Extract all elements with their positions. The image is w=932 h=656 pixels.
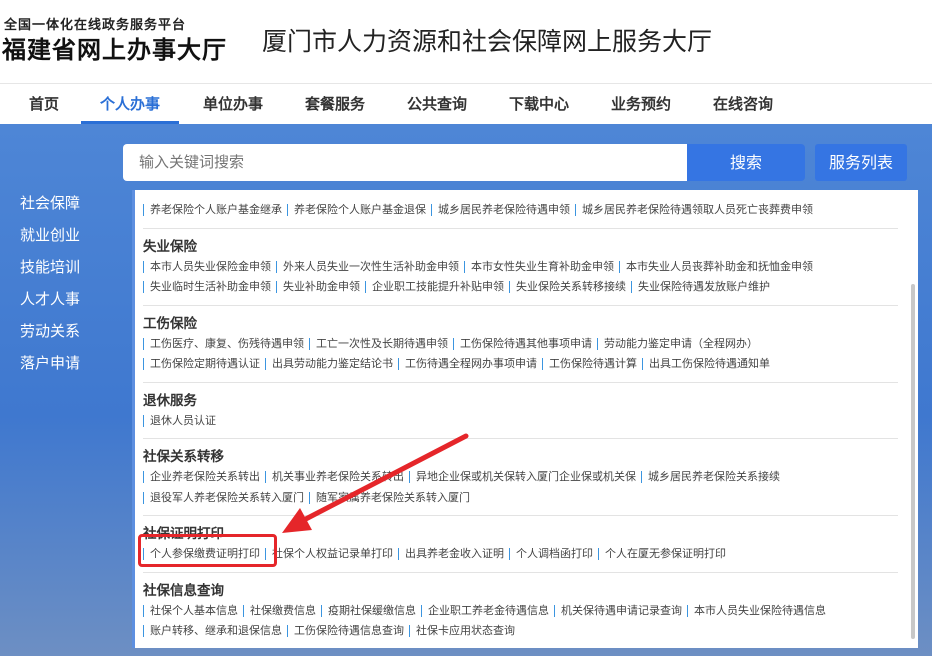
highlight-box [138, 534, 277, 567]
service-link[interactable]: 本市人员失业保险金申领 [143, 260, 276, 273]
service-link[interactable]: 本市失业人员丧葬补助金和抚恤金申领 [619, 260, 818, 273]
service-link[interactable]: 社保缴费信息 [243, 604, 321, 617]
service-link[interactable]: 个人在厦无参保证明打印 [598, 548, 731, 560]
section-title: 失业保险 [143, 238, 197, 255]
section-title: 工伤保险 [143, 315, 197, 332]
service-section: 工伤保险工伤医疗、康复、伤残待遇申领 工亡一次性及长期待遇申领 工伤保险待遇其他事项… [143, 304, 898, 382]
main-nav: 首页 个人办事 单位办事 套餐服务 公共查询 下载中心 业务预约 在线咨询 [0, 85, 932, 124]
service-link[interactable]: 社保个人基本信息 [143, 604, 243, 617]
nav-consult[interactable]: 在线咨询 [706, 85, 780, 124]
search-button[interactable]: 搜索 [687, 144, 805, 181]
service-link[interactable]: 出具工伤保险待遇通知单 [642, 358, 775, 370]
nav-personal[interactable]: 个人办事 [81, 85, 179, 124]
service-section: 失业保险本市人员失业保险金申领 外来人员失业一次性生活补助金申领 本市女性失业生育补… [143, 227, 898, 305]
service-link[interactable]: 机关保待遇申请记录查询 [554, 604, 687, 617]
service-link[interactable]: 失业补助金申领 [276, 281, 365, 293]
sidebar-item[interactable]: 技能培训 [20, 256, 80, 288]
service-link[interactable]: 城乡居民养老保险待遇领取人员死亡丧葬费申领 [575, 204, 818, 216]
service-section: 退休服务退休人员认证 [143, 381, 898, 439]
service-row: 企业养老保险关系转出 机关事业养老保险关系转出 异地企业保或机关保转入厦门企业保或机… [143, 467, 898, 488]
service-link[interactable]: 社保个人权益记录单打印 [265, 548, 398, 560]
service-link[interactable]: 企业职工技能提升补贴申领 [365, 281, 509, 293]
service-link[interactable]: 失业保险待遇发放账户维护 [631, 281, 775, 293]
service-list-button[interactable]: 服务列表 [815, 144, 907, 181]
service-row: 工伤医疗、康复、伤残待遇申领 工亡一次性及长期待遇申领 工伤保险待遇其他事项申请 劳动… [143, 334, 898, 355]
service-row: 工伤保险定期待遇认证 出具劳动能力鉴定结论书 工伤待遇全程网办事项申请 工伤保险待遇计… [143, 354, 898, 375]
section-title: 退休服务 [143, 392, 197, 409]
sidebar: 社会保障 就业创业 技能培训 人才人事 劳动关系 落户申请 [20, 192, 80, 384]
service-link[interactable]: 城乡居民养老保险待遇申领 [431, 204, 575, 216]
service-link[interactable]: 养老保险个人账户基金退保 [287, 204, 431, 216]
service-row: 账户转移、继承和退保信息 工伤保险待遇信息查询 社保卡应用状态查询 [143, 621, 898, 642]
service-link[interactable]: 机关事业养老保险关系转出 [265, 471, 409, 483]
service-panel: 养老保险个人账户基金继承 养老保险个人账户基金退保 城乡居民养老保险待遇申领 城乡居民… [132, 190, 918, 648]
search-input[interactable] [123, 144, 688, 181]
service-link[interactable]: 失业保险关系转移接续 [509, 281, 631, 293]
service-section: 社保信息查询社保个人基本信息 社保缴费信息 疫期社保缓缴信息 企业职工养老金待遇信息机… [143, 571, 898, 649]
service-row: 退役军人养老保险关系转入厦门 随军家属养老保险关系转入厦门 [143, 488, 898, 509]
service-link[interactable]: 疫期社保缓缴信息 [321, 604, 421, 617]
header: 全国一体化在线政务服务平台 福建省网上办事大厅 厦门市人力资源和社会保障网上服务… [0, 0, 932, 84]
service-link[interactable]: 工伤保险待遇计算 [542, 358, 642, 370]
service-link[interactable]: 劳动能力鉴定申请（全程网办） [597, 337, 763, 350]
service-row: 社保个人基本信息 社保缴费信息 疫期社保缓缴信息 企业职工养老金待遇信息 机关保待遇申请… [143, 601, 898, 622]
sidebar-item[interactable]: 劳动关系 [20, 320, 80, 352]
service-link[interactable]: 养老保险个人账户基金继承 [143, 204, 287, 216]
service-link[interactable]: 社保卡应用状态查询 [409, 625, 520, 637]
service-row: 养老保险个人账户基金继承 养老保险个人账户基金退保 城乡居民养老保险待遇申领 城乡居民… [143, 200, 898, 221]
sidebar-item[interactable]: 社会保障 [20, 192, 80, 224]
service-section: 养老保险个人账户基金继承 养老保险个人账户基金退保 城乡居民养老保险待遇申领 城乡居民… [143, 200, 898, 228]
sidebar-item[interactable]: 就业创业 [20, 224, 80, 256]
section-title: 社保关系转移 [143, 449, 224, 465]
service-link[interactable]: 本市女性失业生育补助金申领 [464, 260, 619, 273]
service-link[interactable]: 本市人员失业保险待遇信息 [687, 604, 831, 617]
nav-download[interactable]: 下载中心 [502, 85, 576, 124]
logo[interactable]: 福建省网上办事大厅 [2, 30, 227, 65]
service-link[interactable]: 出具养老金收入证明 [398, 548, 509, 560]
service-row: 本市人员失业保险金申领 外来人员失业一次性生活补助金申领 本市女性失业生育补助金申领… [143, 257, 898, 278]
nav-appointment[interactable]: 业务预约 [604, 85, 678, 124]
service-link[interactable]: 工伤保险待遇其他事项申请 [453, 337, 597, 350]
service-link[interactable]: 出具劳动能力鉴定结论书 [265, 358, 398, 370]
service-link[interactable]: 退休人员认证 [143, 414, 221, 427]
service-row: 退休人员认证 [143, 411, 898, 432]
site-title: 厦门市人力资源和社会保障网上服务大厅 [262, 27, 713, 56]
service-link[interactable]: 工伤保险待遇信息查询 [287, 625, 409, 637]
service-link[interactable]: 个人调档函打印 [509, 548, 598, 560]
service-link[interactable]: 工伤医疗、康复、伤残待遇申领 [143, 337, 309, 350]
service-link[interactable]: 企业职工养老金待遇信息 [421, 604, 554, 617]
sidebar-item[interactable]: 落户申请 [20, 352, 80, 384]
service-section: 社保关系转移企业养老保险关系转出 机关事业养老保险关系转出 异地企业保或机关保转入厦… [143, 438, 898, 515]
service-link[interactable]: 工伤保险定期待遇认证 [143, 358, 265, 370]
nav-unit[interactable]: 单位办事 [196, 85, 270, 124]
service-link[interactable]: 城乡居民养老保险关系接续 [641, 471, 785, 483]
service-row: 失业临时生活补助金申领 失业补助金申领 企业职工技能提升补贴申领 失业保险关系转移接续… [143, 277, 898, 298]
service-link[interactable]: 退役军人养老保险关系转入厦门 [143, 491, 309, 504]
scrollbar[interactable] [911, 284, 915, 639]
service-link[interactable]: 失业临时生活补助金申领 [143, 281, 276, 293]
service-link[interactable]: 企业养老保险关系转出 [143, 471, 265, 483]
clipped-row [135, 190, 918, 200]
service-link[interactable]: 外来人员失业一次性生活补助金申领 [276, 260, 464, 273]
service-link[interactable]: 异地企业保或机关保转入厦门企业保或机关保 [409, 471, 641, 483]
nav-package[interactable]: 套餐服务 [298, 85, 372, 124]
service-link[interactable]: 账户转移、继承和退保信息 [143, 625, 287, 637]
service-link[interactable]: 随军家属养老保险关系转入厦门 [309, 491, 475, 504]
service-link[interactable]: 工亡一次性及长期待遇申领 [309, 337, 453, 350]
service-link[interactable]: 工伤待遇全程网办事项申请 [398, 358, 542, 370]
section-title: 社保信息查询 [143, 582, 224, 599]
sidebar-item[interactable]: 人才人事 [20, 288, 80, 320]
nav-public-query[interactable]: 公共查询 [400, 85, 474, 124]
nav-home[interactable]: 首页 [22, 85, 66, 124]
